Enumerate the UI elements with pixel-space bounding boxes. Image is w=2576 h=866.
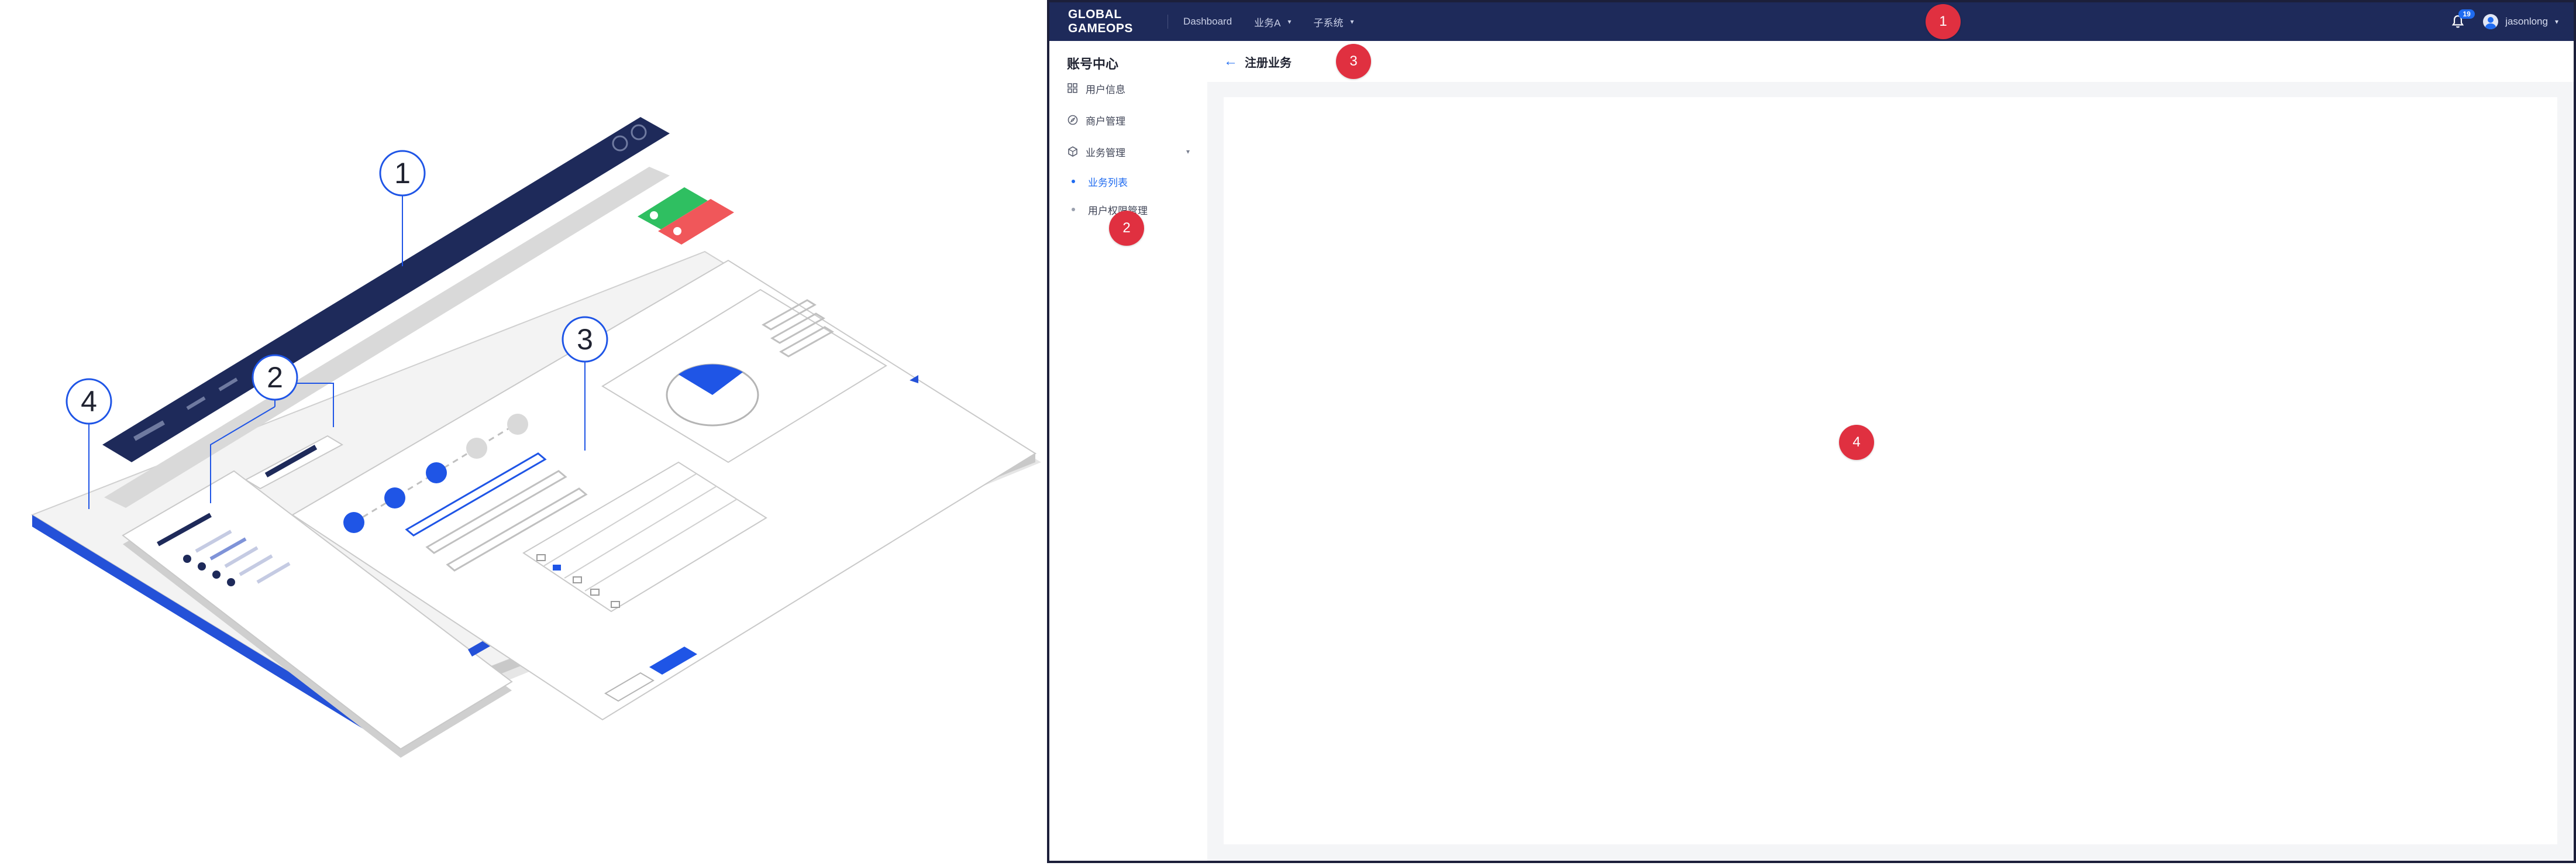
sidebar-item-business[interactable]: 业务管理 ▾ bbox=[1049, 136, 1207, 167]
marker-4: 4 bbox=[1839, 425, 1874, 460]
page-title: 注册业务 bbox=[1245, 56, 1292, 70]
sidebar-title: 账号中心 bbox=[1067, 57, 1119, 71]
iso-table-check-4 bbox=[590, 589, 600, 596]
iso-step-3 bbox=[426, 462, 447, 483]
iso-green-dot bbox=[650, 211, 658, 219]
iso-table-check-1 bbox=[536, 554, 546, 561]
nav-business-a-label: 业务A bbox=[1254, 17, 1281, 29]
marker-3: 3 bbox=[1336, 44, 1371, 79]
callout-4: 4 bbox=[66, 378, 112, 425]
chevron-down-icon: ▾ bbox=[1287, 18, 1292, 26]
sidebar-item-label: 商户管理 bbox=[1086, 115, 1125, 127]
notification-button[interactable]: 19 bbox=[2450, 9, 2475, 29]
isometric-layout-drawing: 1 2 3 4 bbox=[30, 117, 1041, 758]
nav-subsystem-label: 子系统 bbox=[1313, 17, 1344, 29]
iso-table-check-3 bbox=[573, 576, 582, 583]
chevron-down-icon: ▾ bbox=[1186, 147, 1190, 156]
marker-1: 1 bbox=[1926, 4, 1961, 39]
svg-text:2: 2 bbox=[267, 361, 283, 394]
logo: GLOBAL GAMEOPS bbox=[1068, 8, 1133, 35]
iso-step-2 bbox=[384, 487, 405, 508]
arrow-left-icon[interactable]: ← bbox=[1224, 53, 1238, 70]
iso-sidebar-dot-a bbox=[183, 555, 191, 563]
nav-subsystem[interactable]: 子系统 ▾ bbox=[1314, 15, 1354, 29]
content-area: ← 注册业务 3 4 bbox=[1207, 41, 2574, 861]
cube-icon bbox=[1068, 146, 1077, 157]
iso-step-5 bbox=[507, 414, 528, 435]
content-card: 4 bbox=[1224, 97, 2557, 844]
nav-dashboard[interactable]: Dashboard bbox=[1183, 16, 1232, 28]
iso-step-4 bbox=[466, 438, 487, 459]
iso-sidebar-dot-c bbox=[212, 571, 221, 579]
sidebar-item-label: 业务管理 bbox=[1086, 147, 1125, 159]
callout-1: 1 bbox=[379, 150, 426, 197]
layout-screenshot: GLOBAL GAMEOPS Dashboard 业务A ▾ 子系统 ▾ 19 … bbox=[1047, 0, 2576, 863]
iso-red-dot bbox=[673, 227, 681, 235]
chevron-down-icon[interactable]: ▾ bbox=[2555, 18, 2558, 26]
avatar[interactable] bbox=[2483, 14, 2499, 29]
iso-table-check-5 bbox=[611, 601, 620, 608]
username[interactable]: jasonlong bbox=[2505, 16, 2548, 28]
iso-step-1 bbox=[343, 512, 364, 533]
nav-dashboard-label: Dashboard bbox=[1183, 16, 1232, 27]
callout-2: 2 bbox=[252, 354, 298, 401]
bullet-icon bbox=[1072, 180, 1075, 183]
sidebar-subitem-business-list[interactable]: 业务列表 bbox=[1049, 167, 1207, 195]
sidebar-subitem-label: 业务列表 bbox=[1088, 177, 1128, 188]
grid-icon bbox=[1067, 83, 1077, 93]
marker-2: 2 bbox=[1109, 211, 1144, 246]
layout-illustration: 1 2 3 4 bbox=[0, 0, 1047, 863]
iso-table-check-2 bbox=[553, 565, 561, 571]
bullet-icon bbox=[1072, 208, 1075, 211]
top-navigation-bar: GLOBAL GAMEOPS Dashboard 业务A ▾ 子系统 ▾ 19 … bbox=[1049, 2, 2574, 41]
iso-sidebar-dot-b bbox=[198, 562, 206, 571]
compass-icon bbox=[1067, 115, 1078, 125]
topbar-right: 19 jasonlong ▾ bbox=[2450, 9, 2574, 29]
notification-badge: 19 bbox=[2458, 9, 2475, 19]
svg-text:1: 1 bbox=[394, 157, 411, 190]
svg-text:4: 4 bbox=[81, 385, 97, 418]
callout-3: 3 bbox=[562, 316, 608, 363]
nav-business-a[interactable]: 业务A ▾ bbox=[1254, 15, 1291, 29]
chevron-down-icon: ▾ bbox=[1350, 18, 1354, 26]
sidebar-item-label: 用户信息 bbox=[1086, 84, 1125, 95]
content-header: ← 注册业务 3 bbox=[1207, 41, 2574, 82]
sidebar-item-merchant[interactable]: 商户管理 bbox=[1049, 104, 1207, 136]
iso-sidebar-dot-d bbox=[227, 578, 235, 586]
sidebar-item-user-info[interactable]: 用户信息 bbox=[1049, 73, 1207, 104]
sidebar: 账号中心 用户信息 商户管理 业务管理 ▾ 业务列表 用户权限管理 2 bbox=[1049, 41, 1208, 861]
svg-text:3: 3 bbox=[577, 323, 593, 356]
